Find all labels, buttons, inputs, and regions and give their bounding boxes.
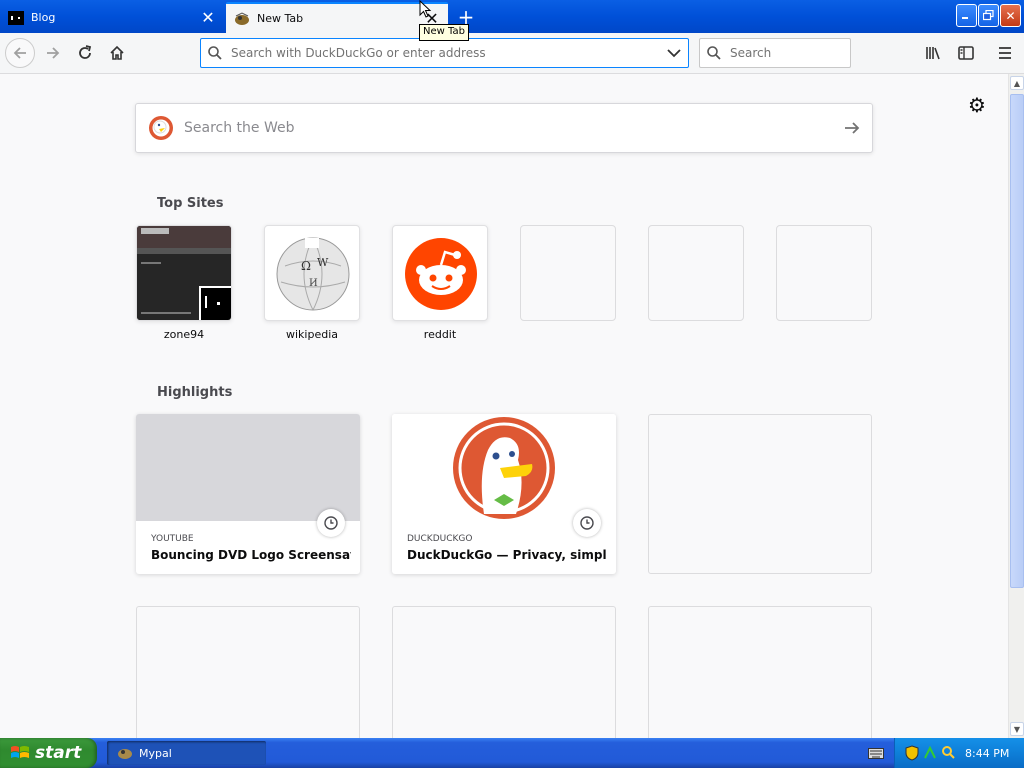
back-button[interactable] bbox=[5, 38, 35, 68]
tab-new-tab[interactable]: New Tab ✕ bbox=[226, 2, 448, 33]
search-placeholder: Search bbox=[730, 46, 772, 60]
top-site-label: reddit bbox=[423, 328, 457, 341]
highlight-preview bbox=[392, 414, 616, 521]
url-placeholder: Search with DuckDuckGo or enter address bbox=[231, 46, 486, 60]
sidebar-icon bbox=[958, 46, 974, 60]
search-icon bbox=[208, 46, 222, 60]
highlight-placeholder bbox=[392, 606, 616, 738]
taskbar-item-mypal[interactable]: Mypal bbox=[107, 741, 266, 765]
top-site-tile[interactable]: Ω W И wikipedia bbox=[264, 225, 360, 341]
windows-taskbar: start Mypal 8:44 PM bbox=[0, 738, 1024, 768]
top-sites-heading: Top Sites bbox=[157, 196, 224, 211]
highlight-title: DuckDuckGo — Privacy, simplifi… bbox=[407, 548, 607, 562]
menu-button[interactable] bbox=[991, 39, 1019, 67]
svg-text:И: И bbox=[309, 278, 318, 289]
top-site-tile[interactable]: reddit bbox=[392, 225, 488, 341]
highlight-title: Bouncing DVD Logo Screensave… bbox=[151, 548, 351, 562]
empty-tile bbox=[520, 225, 616, 321]
search-submit-arrow-icon[interactable] bbox=[832, 108, 872, 148]
highlights-heading: Highlights bbox=[157, 385, 233, 400]
minimize-icon bbox=[962, 17, 968, 19]
highlight-source: YOUTUBE bbox=[151, 534, 194, 544]
window-close-button[interactable]: ✕ bbox=[1000, 4, 1021, 27]
top-site-thumbnail bbox=[136, 225, 232, 321]
duckduckgo-large-logo-icon bbox=[453, 417, 555, 519]
url-bar[interactable]: Search with DuckDuckGo or enter address bbox=[200, 38, 689, 68]
home-icon bbox=[110, 45, 124, 60]
chevron-down-icon[interactable] bbox=[660, 39, 688, 67]
clock-icon bbox=[317, 509, 345, 537]
start-label: start bbox=[35, 743, 82, 763]
top-site-label: wikipedia bbox=[285, 328, 338, 341]
start-button[interactable]: start bbox=[0, 738, 97, 768]
navigation-toolbar: Search with DuckDuckGo or enter address … bbox=[0, 33, 1024, 74]
web-search-placeholder: Search the Web bbox=[184, 120, 295, 136]
mypal-favicon-icon bbox=[234, 11, 250, 27]
tab-strip: Blog ✕ New Tab ✕ + ✕ bbox=[0, 0, 1024, 33]
minimize-button[interactable] bbox=[956, 4, 977, 27]
search-bar[interactable]: Search bbox=[699, 38, 851, 68]
home-button[interactable] bbox=[103, 39, 131, 67]
tab-blog[interactable]: Blog ✕ bbox=[0, 2, 224, 33]
empty-tile bbox=[648, 225, 744, 321]
top-site-placeholder bbox=[520, 225, 616, 328]
scroll-down-arrow-icon[interactable]: ▼ bbox=[1010, 722, 1024, 736]
highlight-placeholder bbox=[648, 414, 872, 574]
forward-arrow-icon bbox=[47, 47, 60, 59]
top-site-thumbnail bbox=[392, 225, 488, 321]
hamburger-menu-icon bbox=[999, 47, 1011, 59]
blog-favicon-icon bbox=[8, 10, 24, 26]
vertical-scrollbar[interactable]: ▲ ▼ bbox=[1008, 74, 1024, 738]
scroll-up-arrow-icon[interactable]: ▲ bbox=[1010, 76, 1024, 90]
new-tab-page: ⚙ Search the Web Top Sites zone94 Ω W И … bbox=[0, 74, 1008, 738]
reload-icon bbox=[79, 45, 92, 59]
network-icon[interactable] bbox=[923, 745, 937, 761]
restore-button[interactable] bbox=[978, 4, 999, 27]
highlight-card[interactable]: YOUTUBE Bouncing DVD Logo Screensave… bbox=[136, 414, 360, 574]
zone94-screenshot-icon bbox=[137, 226, 231, 320]
windows-flag-icon bbox=[11, 746, 29, 758]
forward-button[interactable] bbox=[39, 39, 67, 67]
mouse-cursor-icon bbox=[419, 0, 432, 18]
highlight-source: DUCKDUCKGO bbox=[407, 534, 473, 544]
highlight-preview bbox=[136, 414, 360, 521]
tab-label: Blog bbox=[31, 11, 56, 24]
mypal-app-icon bbox=[118, 749, 132, 759]
restore-icon bbox=[983, 10, 994, 21]
web-search-box[interactable]: Search the Web bbox=[135, 103, 873, 153]
top-site-thumbnail: Ω W И bbox=[264, 225, 360, 321]
clock-icon bbox=[573, 509, 601, 537]
scrollbar-thumb[interactable] bbox=[1010, 94, 1024, 588]
library-icon bbox=[926, 47, 940, 60]
svg-text:W: W bbox=[317, 256, 329, 269]
highlight-placeholder bbox=[648, 606, 872, 738]
security-shield-icon[interactable] bbox=[905, 745, 919, 761]
top-site-tile[interactable]: zone94 bbox=[136, 225, 232, 341]
top-site-placeholder bbox=[648, 225, 744, 328]
settings-gear-icon[interactable]: ⚙ bbox=[966, 93, 988, 117]
sidebar-button[interactable] bbox=[952, 39, 980, 67]
taskbar-clock: 8:44 PM bbox=[965, 746, 1010, 760]
back-arrow-icon bbox=[13, 47, 26, 59]
taskbar-item-label: Mypal bbox=[139, 746, 172, 760]
highlight-card[interactable]: DUCKDUCKGO DuckDuckGo — Privacy, simplif… bbox=[392, 414, 616, 574]
highlight-placeholder bbox=[136, 606, 360, 738]
duckduckgo-logo-icon bbox=[149, 116, 173, 140]
keyboard-icon[interactable] bbox=[868, 746, 884, 760]
reddit-logo-icon bbox=[405, 238, 477, 310]
empty-tile bbox=[776, 225, 872, 321]
wikipedia-globe-icon: Ω W И bbox=[276, 237, 350, 311]
svg-text:Ω: Ω bbox=[301, 259, 311, 273]
reload-button[interactable] bbox=[71, 39, 99, 67]
search-tray-icon[interactable] bbox=[941, 745, 955, 761]
system-tray: 8:44 PM bbox=[894, 738, 1024, 768]
close-tab-icon[interactable]: ✕ bbox=[198, 8, 218, 28]
search-icon bbox=[707, 46, 721, 60]
top-site-placeholder bbox=[776, 225, 872, 328]
close-icon: ✕ bbox=[1005, 8, 1016, 23]
top-site-label: zone94 bbox=[163, 328, 205, 341]
tab-label: New Tab bbox=[257, 12, 304, 25]
library-button[interactable] bbox=[920, 39, 948, 67]
tab-tooltip: New Tab bbox=[419, 24, 469, 41]
